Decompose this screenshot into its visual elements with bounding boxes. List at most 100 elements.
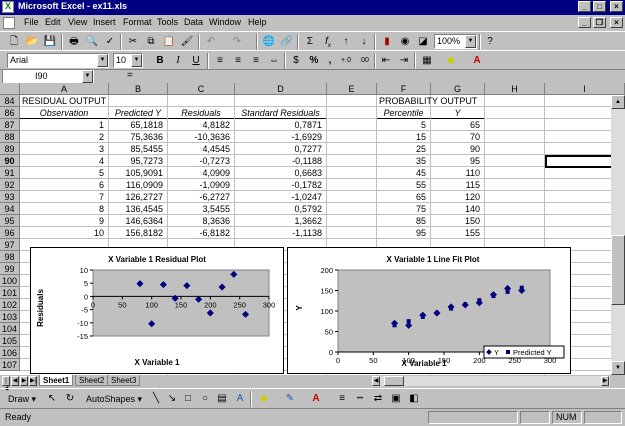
chevron-down-icon[interactable]: ▼ xyxy=(131,54,142,67)
office-assistant-icon[interactable]: ? xyxy=(482,34,498,50)
line-style-icon[interactable]: ≡ xyxy=(334,391,350,407)
residual-plot-chart[interactable]: X Variable 1 Residual Plot X Variable 1 … xyxy=(30,247,284,374)
residual-cell[interactable]: 4,8182 xyxy=(168,119,232,131)
chart-wizard-icon[interactable]: ▮ xyxy=(379,34,395,50)
scroll-up-icon[interactable]: ▲ xyxy=(611,95,625,109)
tab-sheet3[interactable]: Sheet3 xyxy=(107,375,141,386)
line-icon[interactable]: ╲ xyxy=(148,391,164,407)
residual-cell[interactable]: -10,3636 xyxy=(168,131,232,143)
textbox-icon[interactable]: ▤ xyxy=(214,391,230,407)
menu-window[interactable]: Window xyxy=(209,17,241,27)
excel-app-icon[interactable] xyxy=(2,1,14,13)
menu-help[interactable]: Help xyxy=(248,17,267,27)
decrease-indent-icon[interactable]: ⇤ xyxy=(378,53,394,69)
percentile-cell[interactable]: 85 xyxy=(377,215,428,227)
y-value-cell[interactable]: 115 xyxy=(431,179,482,191)
observation-cell[interactable]: 3 xyxy=(20,143,106,155)
row-header[interactable]: 84 xyxy=(0,95,20,107)
predicted-y-cell[interactable]: 136,4545 xyxy=(109,203,165,215)
increase-indent-icon[interactable]: ⇥ xyxy=(396,53,412,69)
column-header-d[interactable]: D xyxy=(235,83,327,95)
residual-cell[interactable]: -0,7273 xyxy=(168,155,232,167)
doc-close-icon[interactable]: × xyxy=(610,17,623,28)
column-header-h[interactable]: H xyxy=(485,83,545,95)
menu-format[interactable]: Format xyxy=(123,17,152,27)
font-combo[interactable]: Arial ▼ xyxy=(7,53,109,68)
percentile-cell[interactable]: 25 xyxy=(377,143,428,155)
map-icon[interactable]: ◉ xyxy=(397,34,413,50)
tab-sheet2[interactable]: Sheet2 xyxy=(75,375,109,386)
autoshapes-menu[interactable]: AutoShapes ▾ xyxy=(86,394,142,405)
sort-descending-icon[interactable]: ↓ xyxy=(356,34,372,50)
formula-input[interactable] xyxy=(141,69,625,83)
row-header[interactable]: 90 xyxy=(0,155,20,167)
doc-restore-icon[interactable]: ❐ xyxy=(593,17,606,28)
percentile-cell[interactable]: 35 xyxy=(377,155,428,167)
predicted-y-cell[interactable]: 156,8182 xyxy=(109,227,165,239)
underline-button[interactable]: U xyxy=(188,53,204,69)
paste-function-icon[interactable]: fx xyxy=(320,34,336,50)
observation-cell[interactable]: 8 xyxy=(20,203,106,215)
fill-color-icon[interactable]: ◆ xyxy=(443,53,459,69)
copy-icon[interactable]: ⧉ xyxy=(143,34,159,50)
standard-residual-cell[interactable]: 0,7871 xyxy=(235,119,324,131)
row-header[interactable]: 92 xyxy=(0,179,20,191)
drawing-icon[interactable]: ◪ xyxy=(415,34,431,50)
print-preview-icon[interactable]: 🔍 xyxy=(84,34,100,50)
print-icon[interactable]: 🖶 xyxy=(66,34,82,50)
line-fit-plot-chart[interactable]: X Variable 1 Line Fit Plot X Variable 1 … xyxy=(287,247,571,374)
new-icon[interactable]: 🗋 xyxy=(6,34,22,50)
prev-sheet-icon[interactable]: ◀ xyxy=(11,376,19,386)
observation-cell[interactable]: 2 xyxy=(20,131,106,143)
percentile-cell[interactable]: 65 xyxy=(377,191,428,203)
row-header[interactable]: 104 xyxy=(0,323,20,335)
column-header-g[interactable]: G xyxy=(431,83,485,95)
scroll-left-icon[interactable]: ◀ xyxy=(372,376,380,386)
spelling-icon[interactable]: ✓ xyxy=(102,34,118,50)
residual-cell[interactable]: -6,2727 xyxy=(168,191,232,203)
open-icon[interactable]: 📂 xyxy=(24,34,40,50)
chevron-down-icon[interactable]: ▼ xyxy=(97,54,108,67)
menu-edit[interactable]: Edit xyxy=(45,17,61,27)
close-icon[interactable]: × xyxy=(610,1,623,12)
predicted-y-cell[interactable]: 65,1818 xyxy=(109,119,165,131)
row-header[interactable]: 88 xyxy=(0,131,20,143)
autosum-icon[interactable]: Σ xyxy=(302,34,318,50)
web-icon[interactable]: 🌐 xyxy=(261,34,277,50)
menu-tools[interactable]: Tools xyxy=(157,17,178,27)
row-header[interactable]: 99 xyxy=(0,263,20,275)
row-header[interactable]: 94 xyxy=(0,203,20,215)
y-value-cell[interactable]: 90 xyxy=(431,143,482,155)
row-header[interactable]: 106 xyxy=(0,347,20,359)
row-header[interactable]: 87 xyxy=(0,119,20,131)
predicted-y-cell[interactable]: 146,6364 xyxy=(109,215,165,227)
cut-icon[interactable]: ✂ xyxy=(125,34,141,50)
arrow-icon[interactable]: ↘ xyxy=(164,391,180,407)
shadow-icon[interactable]: ▣ xyxy=(388,391,404,407)
row-header[interactable]: 95 xyxy=(0,215,20,227)
free-rotate-icon[interactable]: ↻ xyxy=(62,391,78,407)
y-value-cell[interactable]: 150 xyxy=(431,215,482,227)
currency-icon[interactable]: $ xyxy=(288,53,304,69)
row-header[interactable]: 100 xyxy=(0,275,20,287)
standard-residual-cell[interactable]: -0,1188 xyxy=(235,155,324,167)
borders-icon[interactable]: ▦ xyxy=(419,53,435,69)
menu-insert[interactable]: Insert xyxy=(93,17,116,27)
chevron-down-icon[interactable]: ▼ xyxy=(82,70,93,83)
y-value-cell[interactable]: 155 xyxy=(431,227,482,239)
3d-icon[interactable]: ◧ xyxy=(406,391,422,407)
residual-cell[interactable]: 8,3636 xyxy=(168,215,232,227)
row-header[interactable]: 102 xyxy=(0,299,20,311)
row-header[interactable]: 105 xyxy=(0,335,20,347)
percentile-cell[interactable]: 5 xyxy=(377,119,428,131)
row-header[interactable]: 96 xyxy=(0,227,20,239)
font-color-icon[interactable]: A xyxy=(469,53,485,69)
hyperlink-icon[interactable]: 🔗 xyxy=(279,34,295,50)
italic-button[interactable]: I xyxy=(170,53,186,69)
scroll-thumb[interactable] xyxy=(611,235,625,305)
predicted-y-cell[interactable]: 85,5455 xyxy=(109,143,165,155)
first-sheet-icon[interactable]: |◀ xyxy=(2,376,10,392)
rectangle-icon[interactable]: □ xyxy=(180,391,196,407)
paste-icon[interactable]: 📋 xyxy=(161,34,177,50)
workbook-icon[interactable] xyxy=(3,17,15,29)
